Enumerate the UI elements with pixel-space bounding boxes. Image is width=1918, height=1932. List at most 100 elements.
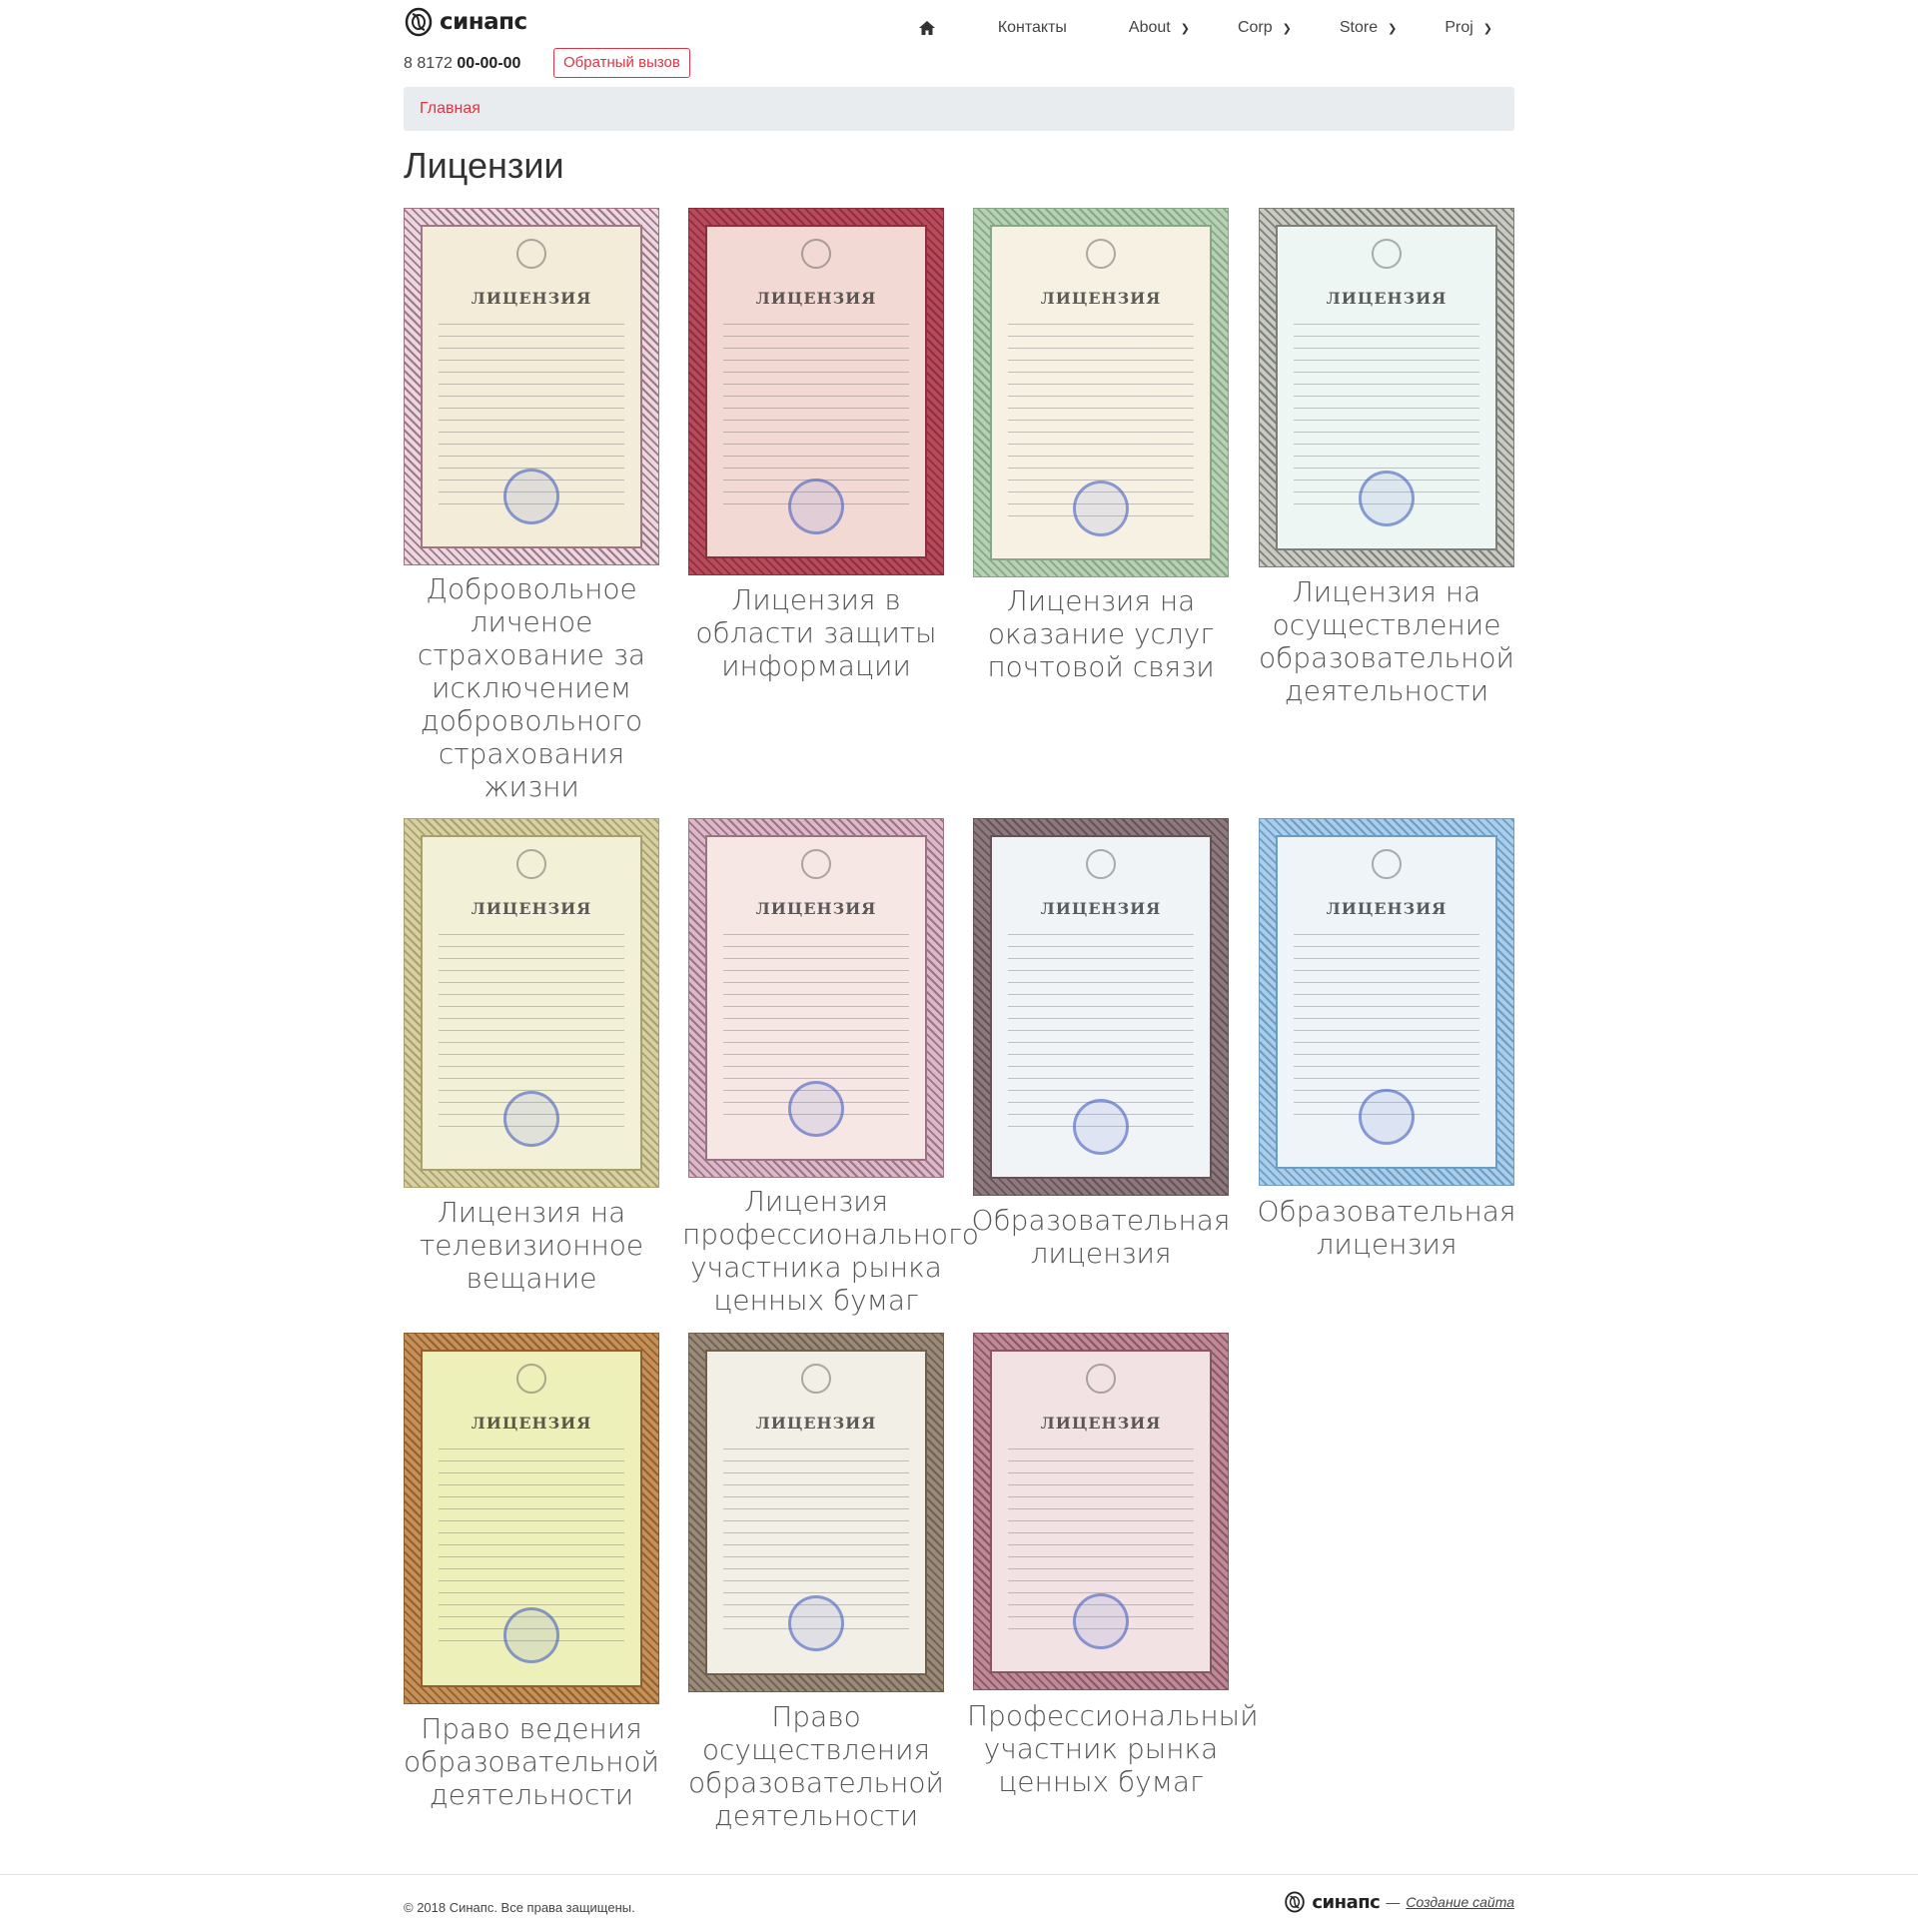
emblem-icon [516, 849, 546, 879]
emblem-icon [1086, 1364, 1116, 1394]
certificate-image: ЛИЦЕНЗИЯ [1259, 818, 1514, 1186]
certificate-image: ЛИЦЕНЗИЯ [688, 208, 944, 575]
license-image[interactable]: ЛИЦЕНЗИЯ [404, 818, 659, 1188]
page-title: Лицензии [404, 145, 564, 186]
cert-title: ЛИЦЕНЗИЯ [471, 289, 592, 308]
logo-icon [1284, 1890, 1306, 1914]
cert-title: ЛИЦЕНЗИЯ [471, 1414, 592, 1433]
certificate-image: ЛИЦЕНЗИЯ [688, 1333, 944, 1692]
phone-prefix: 8 8172 [404, 55, 453, 72]
emblem-icon [1086, 239, 1116, 269]
license-caption[interactable]: Лицензия на телевизионное вещание [398, 1196, 665, 1295]
seal-icon [503, 469, 559, 524]
emblem-icon [801, 1364, 831, 1394]
certificate-image: ЛИЦЕНЗИЯ [688, 818, 944, 1178]
certificate-image: ЛИЦЕНЗИЯ [973, 1333, 1229, 1690]
license-caption[interactable]: Образовательная лицензия [1253, 1195, 1520, 1261]
footer-divider [0, 1874, 1918, 1875]
logo-text: синапс [440, 9, 527, 35]
seal-icon [503, 1607, 559, 1663]
chevron-down-icon: ❯ [1482, 22, 1492, 35]
seal-icon [1359, 1089, 1415, 1145]
license-image[interactable]: ЛИЦЕНЗИЯ [1259, 818, 1514, 1186]
license-image[interactable]: ЛИЦЕНЗИЯ [1259, 208, 1514, 567]
breadcrumb: Главная [404, 87, 1514, 131]
license-caption[interactable]: Добровольное личеное страхование за искл… [398, 572, 665, 803]
emblem-icon [516, 1364, 546, 1394]
license-caption[interactable]: Профессиональный участник рынка ценных б… [967, 1699, 1259, 1798]
seal-icon [1073, 1099, 1129, 1155]
seal-icon [788, 1595, 844, 1651]
nav-store[interactable]: Store ❯ [1340, 14, 1397, 42]
license-image[interactable]: ЛИЦЕНЗИЯ [688, 818, 944, 1178]
nav-corp[interactable]: Corp ❯ [1238, 14, 1292, 42]
license-image[interactable]: ЛИЦЕНЗИЯ [688, 1333, 944, 1692]
license-caption[interactable]: Лицензия на оказание услуг почтовой связ… [967, 584, 1235, 683]
footer-logo-text: синапс [1312, 1891, 1381, 1913]
seal-icon [788, 479, 844, 534]
emblem-icon [1372, 239, 1402, 269]
license-image[interactable]: ЛИЦЕНЗИЯ [973, 1333, 1229, 1690]
site-logo[interactable]: синапс [404, 6, 527, 38]
cert-title: ЛИЦЕНЗИЯ [1040, 289, 1162, 308]
cert-title: ЛИЦЕНЗИЯ [1040, 899, 1162, 918]
license-caption[interactable]: Право ведения образовательной деятельнос… [398, 1712, 665, 1811]
seal-icon [788, 1081, 844, 1137]
seal-icon [1359, 471, 1415, 526]
license-image[interactable]: ЛИЦЕНЗИЯ [973, 208, 1229, 577]
certificate-image: ЛИЦЕНЗИЯ [973, 208, 1229, 577]
cert-title: ЛИЦЕНЗИЯ [1040, 1414, 1162, 1433]
certificate-image: ЛИЦЕНЗИЯ [404, 818, 659, 1188]
nav-proj-label: Proj [1444, 19, 1473, 36]
emblem-icon [801, 239, 831, 269]
seal-icon [1073, 481, 1129, 536]
cert-title: ЛИЦЕНЗИЯ [755, 1414, 877, 1433]
cert-title: ЛИЦЕНЗИЯ [755, 289, 877, 308]
logo-icon [404, 6, 434, 38]
seal-icon [1073, 1593, 1129, 1649]
license-caption[interactable]: Лицензия в области защиты информации [682, 583, 950, 682]
nav-corp-label: Corp [1237, 19, 1273, 36]
cert-title: ЛИЦЕНЗИЯ [1326, 899, 1447, 918]
license-caption[interactable]: Образовательная лицензия [967, 1204, 1235, 1270]
main-nav: Контакты About ❯ Corp ❯ Store ❯ Proj ❯ [918, 14, 1514, 42]
licenses-grid: ЛИЦЕНЗИЯ Добровольное личеное страховани… [404, 208, 1515, 1846]
nav-about[interactable]: About ❯ [1129, 14, 1190, 42]
emblem-icon [516, 239, 546, 269]
chevron-down-icon: ❯ [1180, 22, 1190, 35]
license-caption[interactable]: Лицензия на осуществление образовательно… [1253, 575, 1520, 707]
nav-proj[interactable]: Proj ❯ [1444, 14, 1492, 42]
license-image[interactable]: ЛИЦЕНЗИЯ [404, 208, 659, 565]
emblem-icon [801, 849, 831, 879]
license-caption[interactable]: Лицензия профессионального участника рын… [682, 1185, 979, 1317]
site-creation-link[interactable]: Создание сайта [1406, 1894, 1514, 1910]
copyright-text: © 2018 Синапс. Все права защищены. [404, 1900, 635, 1915]
chevron-down-icon: ❯ [1388, 22, 1398, 35]
home-icon [918, 20, 936, 36]
license-caption[interactable]: Право осуществления образовательной деят… [682, 1700, 950, 1832]
breadcrumb-home-link[interactable]: Главная [420, 100, 480, 118]
footer-credit: синапс — Создание сайта [1284, 1890, 1514, 1914]
phone-main: 00-00-00 [457, 55, 521, 72]
license-image[interactable]: ЛИЦЕНЗИЯ [688, 208, 944, 575]
cert-title: ЛИЦЕНЗИЯ [471, 899, 592, 918]
certificate-image: ЛИЦЕНЗИЯ [404, 1333, 659, 1704]
emblem-icon [1372, 849, 1402, 879]
site-footer: © 2018 Синапс. Все права защищены. синап… [404, 1886, 1514, 1926]
emblem-icon [1086, 849, 1116, 879]
seal-icon [503, 1091, 559, 1147]
license-image[interactable]: ЛИЦЕНЗИЯ [404, 1333, 659, 1704]
cert-title: ЛИЦЕНЗИЯ [1326, 289, 1447, 308]
license-image[interactable]: ЛИЦЕНЗИЯ [973, 818, 1229, 1196]
certificate-image: ЛИЦЕНЗИЯ [973, 818, 1229, 1196]
site-header: синапс 8 8172 00-00-00 Обратный вызов Ко… [404, 0, 1514, 84]
nav-store-label: Store [1339, 19, 1379, 36]
phone-number[interactable]: 8 8172 00-00-00 [404, 55, 520, 73]
nav-contacts[interactable]: Контакты [998, 14, 1067, 42]
certificate-image: ЛИЦЕНЗИЯ [404, 208, 659, 565]
cert-title: ЛИЦЕНЗИЯ [755, 899, 877, 918]
certificate-image: ЛИЦЕНЗИЯ [1259, 208, 1514, 567]
nav-home[interactable] [918, 14, 936, 42]
chevron-down-icon: ❯ [1282, 22, 1292, 35]
callback-button[interactable]: Обратный вызов [553, 48, 690, 78]
